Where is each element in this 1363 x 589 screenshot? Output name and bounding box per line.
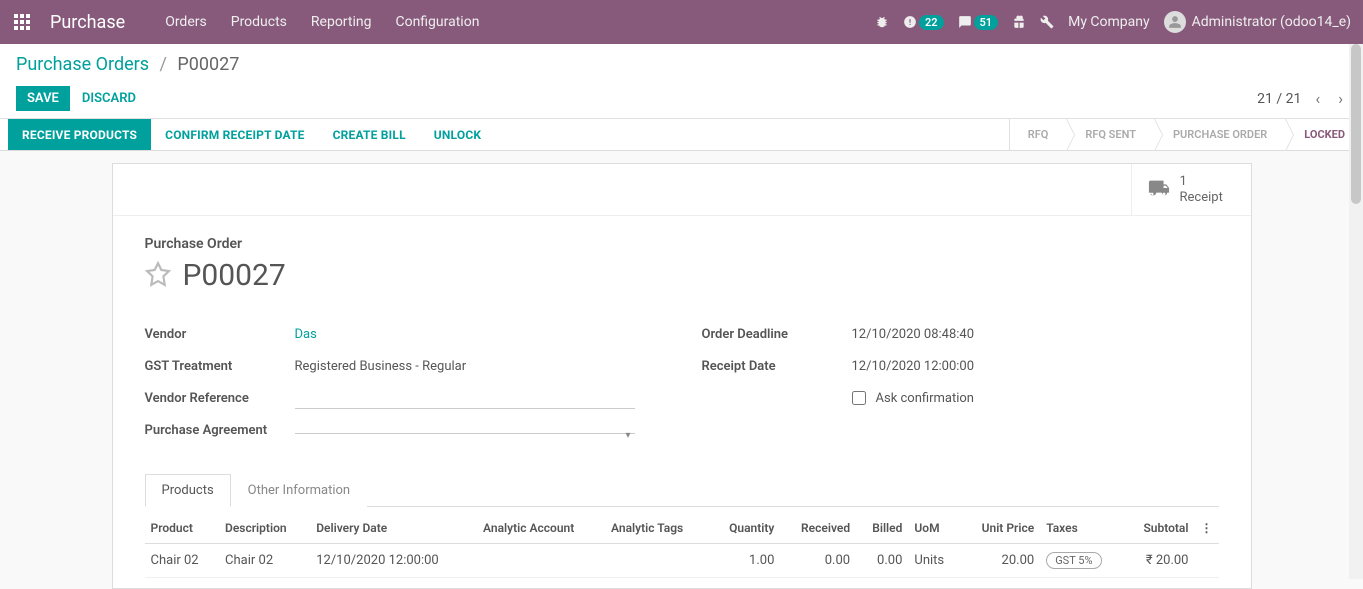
topbar-right: 22 51 My Company Administrator (odoo14_e… xyxy=(875,11,1351,33)
th-unit-price[interactable]: Unit Price xyxy=(960,513,1040,544)
vendor-reference-label: Vendor Reference xyxy=(145,391,295,406)
cell-analytic-tags[interactable] xyxy=(605,544,709,578)
receipt-stat-button[interactable]: 1 Receipt xyxy=(1131,164,1251,215)
activities-count: 22 xyxy=(919,15,944,30)
button-box: 1 Receipt xyxy=(113,164,1251,216)
discard-button[interactable]: Discard xyxy=(82,91,136,106)
notebook: Products Other Information Product Descr… xyxy=(145,473,1219,578)
pager-next[interactable]: › xyxy=(1334,85,1347,112)
vendor-label: Vendor xyxy=(145,327,295,342)
th-received[interactable]: Received xyxy=(780,513,856,544)
menu-products[interactable]: Products xyxy=(231,14,287,30)
form-sheet: 1 Receipt Purchase Order P00027 Vendor xyxy=(112,163,1252,589)
th-subtotal[interactable]: Subtotal xyxy=(1124,513,1195,544)
vendor-link[interactable]: Das xyxy=(295,327,317,342)
cell-uom[interactable]: Units xyxy=(908,544,960,578)
cell-unit-price[interactable]: 20.00 xyxy=(960,544,1040,578)
pager-prev[interactable]: ‹ xyxy=(1311,85,1324,112)
breadcrumb-sep: / xyxy=(160,54,167,75)
main-menu: Orders Products Reporting Configuration xyxy=(165,14,875,30)
order-deadline-label: Order Deadline xyxy=(702,327,852,342)
priority-star[interactable] xyxy=(145,261,171,291)
breadcrumb: Purchase Orders / P00027 xyxy=(16,54,1347,75)
breadcrumb-parent[interactable]: Purchase Orders xyxy=(16,54,149,75)
truck-icon xyxy=(1148,177,1170,203)
cell-quantity[interactable]: 1.00 xyxy=(709,544,780,578)
receipt-label: Receipt xyxy=(1180,190,1223,206)
user-name: Administrator (odoo14_e) xyxy=(1192,14,1351,30)
cell-received[interactable]: 0.00 xyxy=(780,544,856,578)
gst-treatment-value[interactable]: Registered Business - Regular xyxy=(295,359,662,374)
gst-treatment-label: GST Treatment xyxy=(145,359,295,374)
breadcrumb-current: P00027 xyxy=(177,54,239,75)
order-lines-table: Product Description Delivery Date Analyt… xyxy=(145,513,1219,578)
th-billed[interactable]: Billed xyxy=(856,513,908,544)
tools-icon[interactable] xyxy=(1040,15,1054,29)
ask-confirmation-checkbox[interactable] xyxy=(852,391,866,405)
th-quantity[interactable]: Quantity xyxy=(709,513,780,544)
th-taxes[interactable]: Taxes xyxy=(1040,513,1124,544)
pager-value[interactable]: 21 / 21 xyxy=(1257,91,1301,107)
menu-orders[interactable]: Orders xyxy=(165,14,207,30)
th-analytic-tags[interactable]: Analytic Tags xyxy=(605,513,709,544)
order-deadline-value[interactable]: 12/10/2020 08:48:40 xyxy=(852,327,1219,342)
cell-delivery[interactable]: 12/10/2020 12:00:00 xyxy=(310,544,477,578)
avatar xyxy=(1164,11,1186,33)
status-steps: RFQ RFQ Sent Purchase Order Locked xyxy=(1009,119,1363,150)
ask-confirmation-label: Ask confirmation xyxy=(876,391,975,406)
scrollbar-thumb[interactable] xyxy=(1351,44,1361,204)
th-uom[interactable]: UoM xyxy=(908,513,960,544)
company-selector[interactable]: My Company xyxy=(1068,14,1150,30)
step-rfq[interactable]: RFQ xyxy=(1009,119,1067,150)
right-fields: Order Deadline 12/10/2020 08:48:40 Recei… xyxy=(702,321,1219,449)
receipt-date-value[interactable]: 12/10/2020 12:00:00 xyxy=(852,359,1219,374)
menu-configuration[interactable]: Configuration xyxy=(395,14,479,30)
receipt-date-label: Receipt Date xyxy=(702,359,852,374)
create-bill-button[interactable]: Create Bill xyxy=(319,119,420,150)
confirm-receipt-date-button[interactable]: Confirm Receipt Date xyxy=(151,119,318,150)
app-title[interactable]: Purchase xyxy=(50,12,125,33)
cell-product[interactable]: Chair 02 xyxy=(145,544,220,578)
pager: 21 / 21 ‹ › xyxy=(1257,85,1347,112)
messages-count: 51 xyxy=(974,15,999,30)
receipt-count: 1 xyxy=(1180,174,1223,190)
cell-description[interactable]: Chair 02 xyxy=(219,544,310,578)
tab-products[interactable]: Products xyxy=(145,474,231,507)
purchase-agreement-select[interactable] xyxy=(295,427,635,434)
tax-chip: GST 5% xyxy=(1046,552,1101,569)
apps-icon[interactable] xyxy=(12,12,32,32)
user-menu[interactable]: Administrator (odoo14_e) xyxy=(1164,11,1351,33)
status-bar: Receive Products Confirm Receipt Date Cr… xyxy=(0,119,1363,151)
po-name: P00027 xyxy=(183,258,286,293)
vendor-reference-input[interactable] xyxy=(295,387,635,409)
th-analytic-account[interactable]: Analytic Account xyxy=(477,513,605,544)
menu-reporting[interactable]: Reporting xyxy=(311,14,372,30)
gift-icon[interactable] xyxy=(1012,15,1026,29)
debug-icon[interactable] xyxy=(875,15,889,29)
cell-subtotal[interactable]: ₹ 20.00 xyxy=(1124,544,1195,578)
cell-more[interactable] xyxy=(1195,544,1219,578)
left-fields: Vendor Das GST Treatment Registered Busi… xyxy=(145,321,662,449)
purchase-agreement-label: Purchase Agreement xyxy=(145,423,295,438)
th-more[interactable]: ⋮ xyxy=(1195,513,1219,544)
table-row[interactable]: Chair 02 Chair 02 12/10/2020 12:00:00 1.… xyxy=(145,544,1219,578)
step-rfq-sent[interactable]: RFQ Sent xyxy=(1066,119,1154,150)
form-subtitle: Purchase Order xyxy=(145,236,1219,252)
cell-analytic-account[interactable] xyxy=(477,544,605,578)
receive-products-button[interactable]: Receive Products xyxy=(8,119,151,150)
th-delivery[interactable]: Delivery Date xyxy=(310,513,477,544)
scrollbar[interactable] xyxy=(1349,44,1363,579)
step-purchase-order[interactable]: Purchase Order xyxy=(1154,119,1285,150)
th-product[interactable]: Product xyxy=(145,513,220,544)
cell-billed[interactable]: 0.00 xyxy=(856,544,908,578)
cell-taxes[interactable]: GST 5% xyxy=(1040,544,1124,578)
save-button[interactable]: Save xyxy=(16,86,70,111)
top-navbar: Purchase Orders Products Reporting Confi… xyxy=(0,0,1363,44)
control-panel: Purchase Orders / P00027 Save Discard 21… xyxy=(0,44,1363,119)
tab-other-information[interactable]: Other Information xyxy=(231,474,367,507)
unlock-button[interactable]: Unlock xyxy=(420,119,495,150)
th-description[interactable]: Description xyxy=(219,513,310,544)
activities-button[interactable]: 22 xyxy=(903,15,944,30)
messages-button[interactable]: 51 xyxy=(958,15,999,30)
